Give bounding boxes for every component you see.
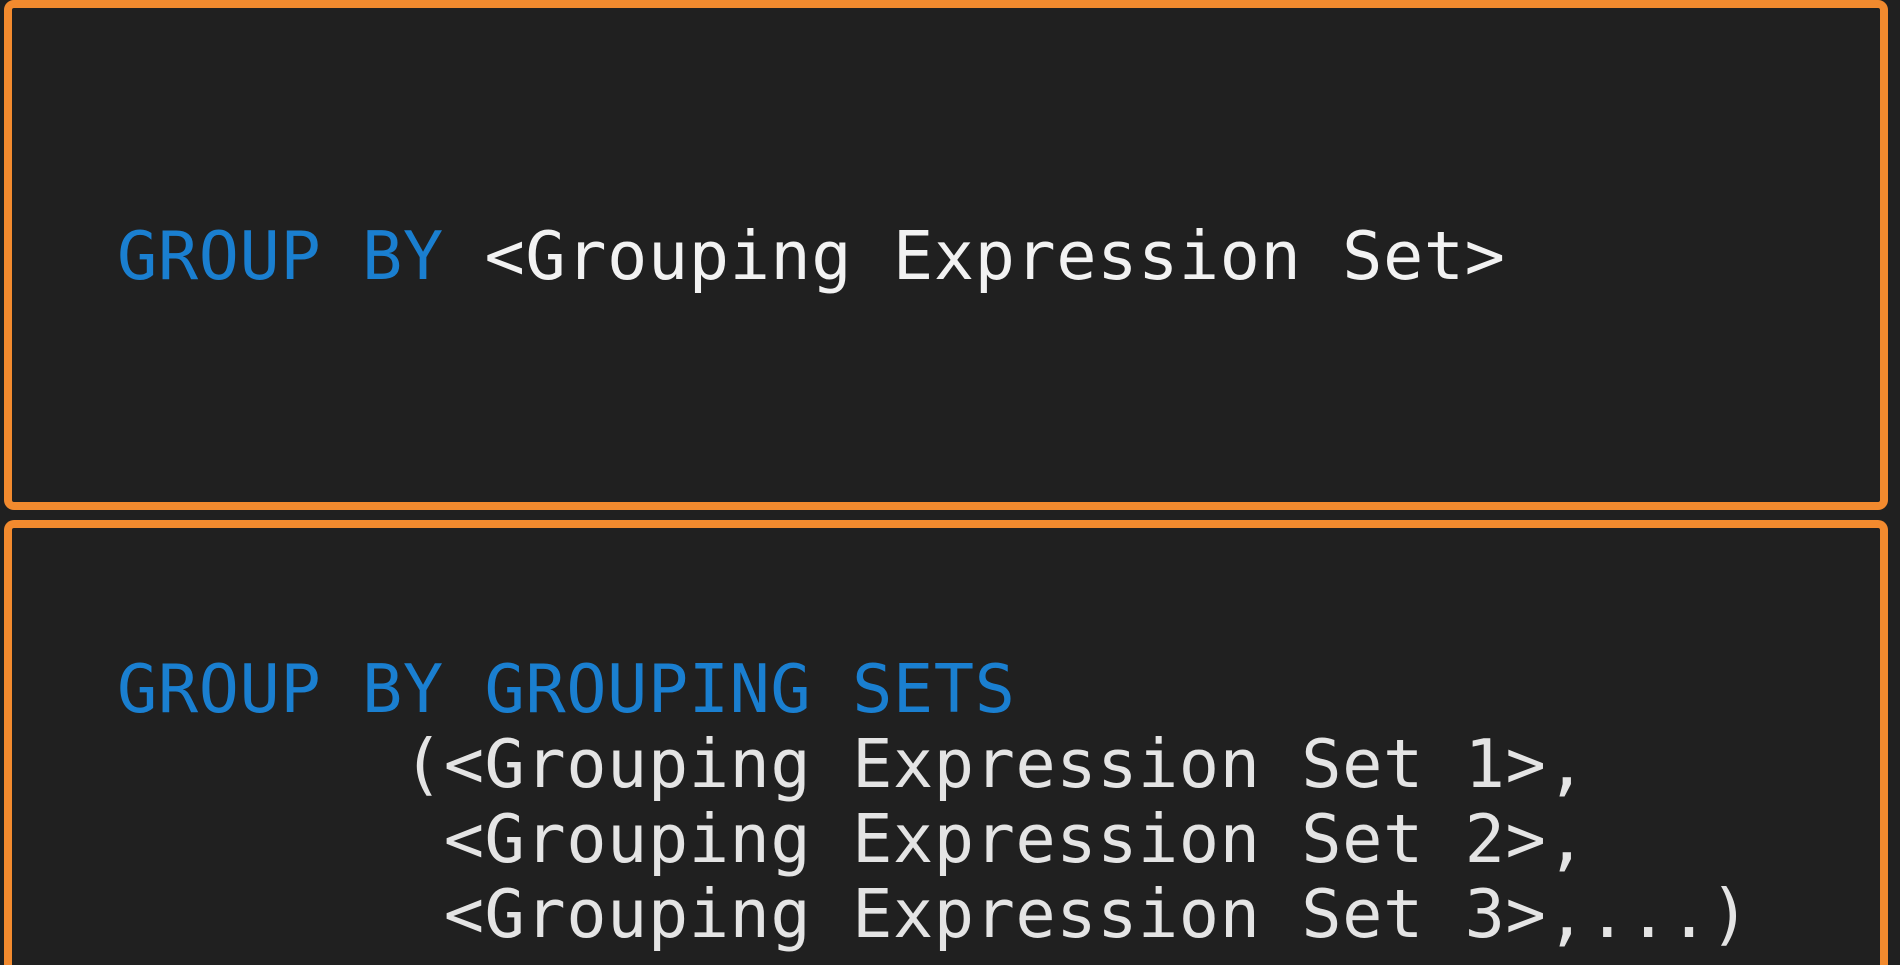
grouping-set-line-3: <Grouping Expression Set 3>,...) (117, 875, 1751, 953)
grouping-sets-keyword: GROUP BY GROUPING SETS (117, 650, 1016, 728)
grouping-sets-syntax: GROUP BY GROUPING SETS (<Grouping Expres… (117, 652, 1751, 952)
grouping-sets-panel: GROUP BY GROUPING SETS (<Grouping Expres… (4, 520, 1888, 965)
group-by-keyword: GROUP BY (117, 217, 444, 295)
grouping-set-line-2: <Grouping Expression Set 2>, (117, 800, 1588, 878)
group-by-syntax: GROUP BY <Grouping Expression Set> (117, 219, 1505, 294)
grouping-expression-set: <Grouping Expression Set> (484, 217, 1506, 295)
grouping-set-line-1: (<Grouping Expression Set 1>, (117, 725, 1588, 803)
slide: GROUP BY <Grouping Expression Set> GROUP… (0, 0, 1900, 965)
group-by-panel: GROUP BY <Grouping Expression Set> (4, 0, 1888, 510)
